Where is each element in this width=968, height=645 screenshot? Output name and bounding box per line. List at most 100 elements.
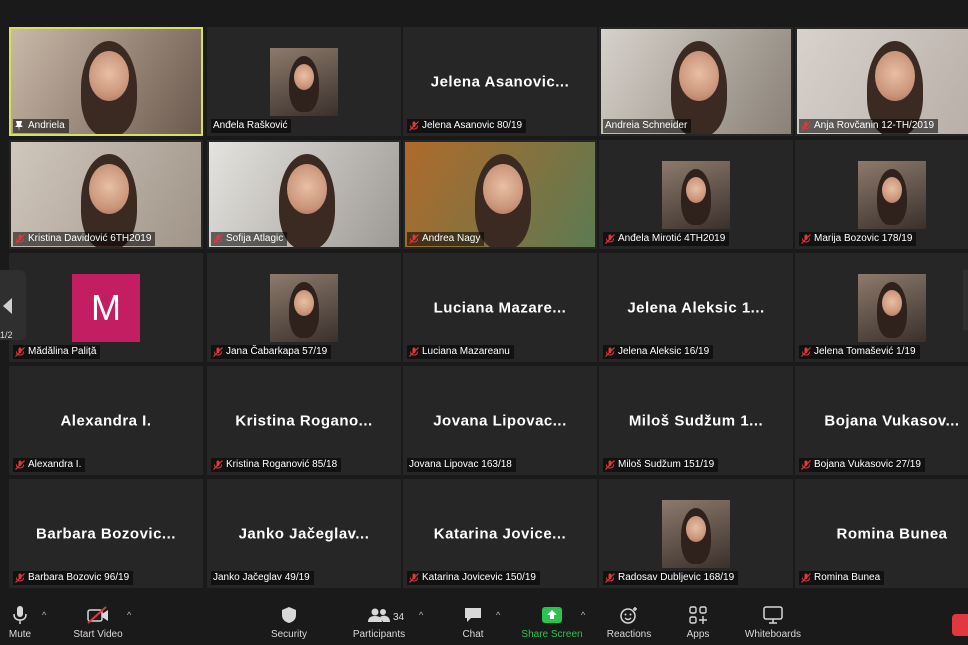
participant-name-text: Andriela (28, 120, 65, 131)
participant-tile[interactable]: Miloš Sudžum 1... Miloš Sudžum 151/19 (599, 366, 793, 475)
muted-microphone-icon (801, 573, 811, 583)
participant-name-text: Marija Bozovic 178/19 (814, 233, 913, 244)
participant-tile[interactable]: Jelena Asanovic... Jelena Asanovic 80/19 (403, 27, 597, 136)
video-gallery: Andriela Anđela Rašković Jelena Asanovic..… (0, 27, 968, 589)
mute-options-caret[interactable]: ^ (42, 610, 46, 620)
participant-tile[interactable]: Andreia Schneider (599, 27, 793, 136)
end-meeting-button[interactable] (952, 614, 968, 636)
chat-button[interactable]: Chat (456, 604, 490, 640)
participant-name-text: Miloš Sudžum 151/19 (618, 459, 715, 470)
muted-microphone-icon (605, 573, 615, 583)
muted-microphone-icon (605, 347, 615, 357)
share-screen-button[interactable]: Share Screen (520, 604, 584, 640)
participant-tile[interactable]: M Mădălina Paliță (9, 253, 203, 362)
muted-microphone-icon (213, 347, 223, 357)
avatar: M (72, 274, 140, 342)
participant-name-text: Andrea Nagy (422, 233, 481, 244)
muted-microphone-icon (801, 234, 811, 244)
participant-display-name: Janko Jačeglav... (238, 525, 370, 542)
participant-tile[interactable]: Andriela (9, 27, 203, 136)
mute-button[interactable]: Mute (2, 604, 38, 640)
participant-name-label: Anja Rovčanin 12-TH/2019 (799, 119, 939, 133)
participant-tile[interactable]: Marija Bozovic 178/19 (795, 140, 968, 249)
participant-tile[interactable]: Sofija Atlagic (207, 140, 401, 249)
security-button[interactable]: Security (266, 604, 312, 640)
participant-tile[interactable]: Anđela Rašković (207, 27, 401, 136)
participant-name-text: Jelena Aleksic 16/19 (618, 346, 710, 357)
shield-icon (266, 604, 312, 626)
next-page-edge[interactable] (963, 270, 968, 330)
participant-tile[interactable]: Luciana Mazare... Luciana Mazareanu (403, 253, 597, 362)
muted-microphone-icon (801, 460, 811, 470)
participant-tile[interactable]: Jana Čabarkapa 57/19 (207, 253, 401, 362)
chat-options-caret[interactable]: ^ (496, 610, 500, 620)
share-options-caret[interactable]: ^ (581, 610, 585, 620)
participant-name-label: Anđela Mirotić 4TH2019 (603, 232, 730, 246)
participant-name-text: Radosav Dubljevic 168/19 (618, 572, 735, 583)
participant-name-label: Jelena Aleksic 16/19 (603, 345, 714, 359)
participant-name-text: Jelena Tomašević 1/19 (814, 346, 916, 357)
participant-name-label: Janko Jačeglav 49/19 (211, 571, 314, 585)
participant-name-label: Radosav Dubljevic 168/19 (603, 571, 739, 585)
participant-name-label: Romina Bunea (799, 571, 885, 585)
profile-picture (270, 274, 338, 342)
participant-name-text: Jovana Lipovac 163/18 (409, 459, 512, 470)
participants-count: 34 (393, 612, 405, 623)
participant-name-text: Kristina Roganović 85/18 (226, 459, 338, 470)
participant-display-name: Romina Bunea (836, 525, 948, 542)
participant-name-text: Janko Jačeglav 49/19 (213, 572, 310, 583)
participant-display-name: Alexandra I. (60, 412, 152, 429)
participant-display-name: Kristina Rogano... (235, 412, 373, 429)
participant-tile[interactable]: Andrea Nagy (403, 140, 597, 249)
participant-tile[interactable]: Kristina Rogano... Kristina Roganović 85/… (207, 366, 401, 475)
video-options-caret[interactable]: ^ (127, 610, 131, 620)
participant-name-text: Romina Bunea (814, 572, 881, 583)
participant-tile[interactable]: Radosav Dubljevic 168/19 (599, 479, 793, 588)
participant-display-name: Barbara Bozovic... (36, 525, 176, 542)
participant-tile[interactable]: Katarina Jovice... Katarina Jovicevic 150… (403, 479, 597, 588)
participant-tile[interactable]: Janko Jačeglav... Janko Jačeglav 49/19 (207, 479, 401, 588)
participant-name-label: Jana Čabarkapa 57/19 (211, 345, 332, 359)
participant-name-text: Jelena Asanovic 80/19 (422, 120, 523, 131)
muted-microphone-icon (409, 347, 419, 357)
participant-tile[interactable]: Anđela Mirotić 4TH2019 (599, 140, 793, 249)
participants-options-caret[interactable]: ^ (419, 610, 423, 620)
participant-tile[interactable]: Kristina Davidović 6TH2019 (9, 140, 203, 249)
participant-tile[interactable]: Jelena Tomašević 1/19 (795, 253, 968, 362)
participant-tile[interactable]: Jelena Aleksic 1... Jelena Aleksic 16/19 (599, 253, 793, 362)
start-video-button[interactable]: Start Video (68, 604, 128, 640)
participant-tile[interactable]: Bojana Vukasov... Bojana Vukasovic 27/19 (795, 366, 968, 475)
participant-display-name: Bojana Vukasov... (824, 412, 960, 429)
participant-name-label: Andreia Schneider (603, 119, 692, 133)
participant-tile[interactable]: Jovana Lipovac... Jovana Lipovac 163/18 (403, 366, 597, 475)
whiteboards-button[interactable]: Whiteboards (740, 604, 806, 640)
participant-tile[interactable]: Barbara Bozovic... Barbara Bozovic 96/19 (9, 479, 203, 588)
participant-name-label: Andrea Nagy (407, 232, 485, 246)
muted-microphone-icon (15, 573, 25, 583)
participant-name-label: Alexandra I. (13, 458, 86, 472)
chat-bubble-icon (456, 604, 490, 626)
previous-page-button[interactable]: 1/2 (0, 270, 26, 340)
participant-name-label: Jelena Asanovic 80/19 (407, 119, 527, 133)
whiteboard-icon (740, 604, 806, 626)
profile-picture (858, 274, 926, 342)
reactions-button[interactable]: Reactions (604, 604, 654, 640)
muted-microphone-icon (15, 460, 25, 470)
apps-button[interactable]: Apps (682, 604, 714, 640)
muted-microphone-icon (213, 460, 223, 470)
participant-display-name: Luciana Mazare... (433, 299, 567, 316)
muted-microphone-icon (213, 234, 223, 244)
participant-display-name: Jovana Lipovac... (433, 412, 567, 429)
video-off-icon (68, 604, 128, 626)
participant-tile[interactable]: Anja Rovčanin 12-TH/2019 (795, 27, 968, 136)
profile-picture (662, 161, 730, 229)
participant-tile[interactable]: Alexandra I. Alexandra I. (9, 366, 203, 475)
participant-tile[interactable]: Romina Bunea Romina Bunea (795, 479, 968, 588)
smiley-plus-icon (604, 604, 654, 626)
participant-name-label: Jelena Tomašević 1/19 (799, 345, 920, 359)
page-indicator: 1/2 (0, 330, 13, 340)
participant-name-text: Anđela Mirotić 4TH2019 (618, 233, 726, 244)
participant-name-label: Andriela (13, 119, 69, 133)
participant-name-label: Marija Bozovic 178/19 (799, 232, 917, 246)
participant-name-label: Barbara Bozovic 96/19 (13, 571, 134, 585)
